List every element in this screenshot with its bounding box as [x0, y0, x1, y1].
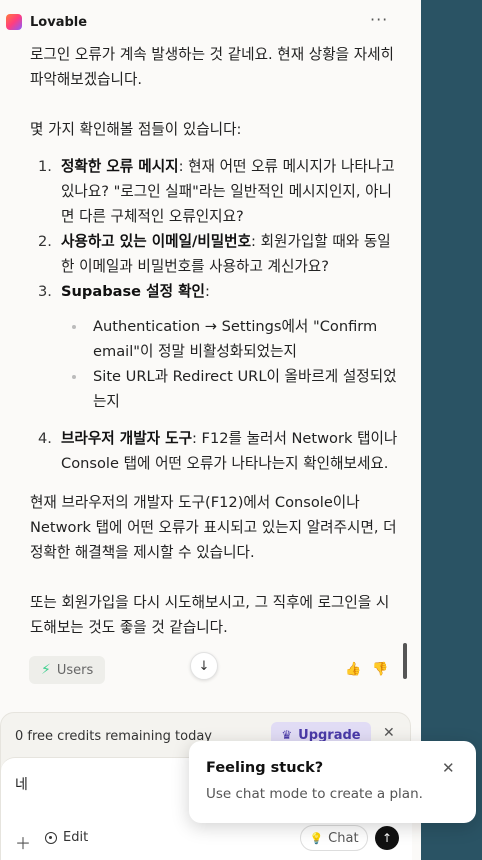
step-title: 사용하고 있는 이메일/비밀번호 [61, 233, 252, 250]
scroll-down-button[interactable]: ↓ [190, 652, 218, 680]
send-button[interactable]: ↑ [375, 826, 399, 850]
bullet-icon [72, 375, 76, 379]
arrow-down-icon: ↓ [198, 658, 210, 674]
list-item: 4. 브라우저 개발자 도구: F12를 눌러서 Network 탭이나 Con… [30, 426, 400, 476]
message-lead: 몇 가지 확인해볼 점들이 있습니다: [30, 121, 242, 138]
feeling-stuck-toast: Feeling stuck? Use chat mode to create a… [189, 741, 476, 823]
toast-body: Use chat mode to create a plan. [206, 786, 423, 802]
supabase-bolt-icon: ⚡ [41, 662, 51, 678]
chat-mode-button[interactable]: 💡 Chat [300, 825, 368, 851]
lightbulb-icon: 💡 [309, 831, 324, 845]
sub-list: Authentication → Settings에서 "Confirm ema… [61, 314, 400, 414]
list-item: 2. 사용하고 있는 이메일/비밀번호: 회원가입할 때와 동일한 이메일과 비… [30, 229, 400, 279]
chat-label: Chat [328, 830, 359, 846]
steps-list: 1. 정확한 오류 메시지: 현재 어떤 오류 메시지가 나타나고 있나요? "… [30, 154, 400, 476]
step-number: 3. [38, 283, 52, 300]
step-title: 브라우저 개발자 도구 [61, 430, 192, 447]
more-options-icon[interactable]: ··· [370, 10, 388, 29]
app-name: Lovable [30, 14, 88, 30]
assistant-message: 로그인 오류가 계속 발생하는 것 같네요. 현재 상황을 자세히 파악해보겠습… [30, 42, 400, 640]
credits-text: 0 free credits remaining today [15, 729, 212, 744]
lovable-logo-icon [6, 14, 22, 30]
list-item: Authentication → Settings에서 "Confirm ema… [61, 314, 400, 364]
close-icon[interactable]: ✕ [442, 759, 455, 777]
thumbs-down-icon[interactable]: 👎 [372, 662, 388, 677]
thumbs-up-icon[interactable]: 👍 [345, 662, 361, 677]
bullet-icon [72, 325, 76, 329]
step-number: 2. [38, 233, 52, 250]
message-paragraph: 또는 회원가입을 다시 시도해보시고, 그 직후에 로그인을 시도해보는 것도 … [30, 594, 390, 636]
preview-background [421, 0, 482, 860]
list-item: 3. Supabase 설정 확인: Authentication → Sett… [30, 279, 400, 414]
arrow-up-icon: ↑ [381, 831, 393, 845]
users-label: Users [56, 662, 94, 678]
visual-edit-icon [45, 831, 57, 844]
edit-label: Edit [63, 830, 89, 845]
sub-item-text: Authentication → Settings에서 "Confirm ema… [93, 318, 378, 360]
toast-title: Feeling stuck? [206, 760, 324, 776]
users-button[interactable]: ⚡ Users [29, 656, 106, 684]
step-title: 정확한 오류 메시지 [61, 158, 179, 175]
sub-item-text: Site URL과 Redirect URL이 올바르게 설정되었는지 [93, 368, 397, 410]
chat-panel: Lovable ··· 로그인 오류가 계속 발생하는 것 같네요. 현재 상황… [0, 0, 421, 860]
crown-icon: ♛ [281, 728, 293, 742]
header: Lovable ··· [0, 0, 421, 44]
step-text: : [204, 283, 210, 300]
chat-input-value[interactable]: 네 [15, 774, 28, 794]
edit-mode-button[interactable]: Edit [45, 830, 88, 845]
add-attachment-icon[interactable]: ＋ [15, 830, 31, 854]
step-number: 4. [38, 430, 52, 447]
step-title: Supabase 설정 확인 [61, 283, 205, 300]
close-icon[interactable]: ✕ [383, 725, 395, 741]
message-paragraph: 현재 브라우저의 개발자 도구(F12)에서 Console이나 Network… [30, 494, 397, 561]
list-item: 1. 정확한 오류 메시지: 현재 어떤 오류 메시지가 나타나고 있나요? "… [30, 154, 400, 229]
message-intro: 로그인 오류가 계속 발생하는 것 같네요. 현재 상황을 자세히 파악해보겠습… [30, 46, 394, 88]
scrollbar[interactable] [403, 643, 407, 679]
step-number: 1. [38, 158, 52, 175]
list-item: Site URL과 Redirect URL이 올바르게 설정되었는지 [61, 364, 400, 414]
